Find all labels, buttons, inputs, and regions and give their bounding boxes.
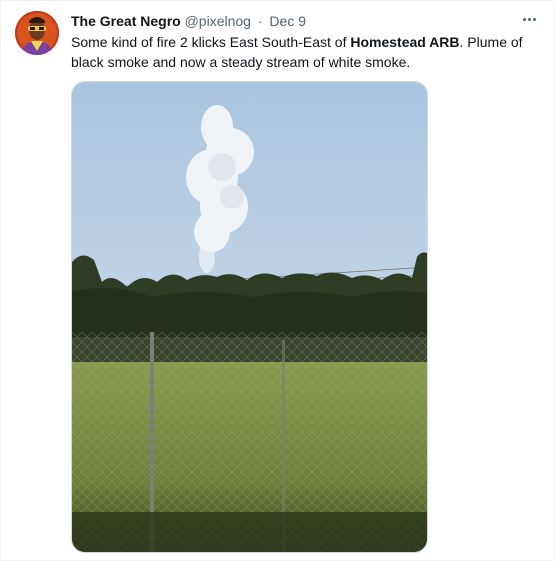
author-display-name[interactable]: The Great Negro [71, 13, 181, 29]
more-horizontal-icon[interactable] [518, 9, 540, 29]
avatar[interactable] [15, 11, 59, 55]
tweet-photo[interactable] [71, 81, 428, 553]
separator-dot: · [257, 13, 263, 29]
tweet-text: Some kind of fire 2 klicks East South-Ea… [71, 32, 531, 72]
tweet-header: The Great Negro @pixelnog · Dec 9 [71, 11, 514, 31]
author-handle[interactable]: @pixelnog [185, 13, 251, 29]
tweet-card[interactable]: The Great Negro @pixelnog · Dec 9 Some k… [0, 0, 555, 561]
tweet-date[interactable]: Dec 9 [269, 13, 306, 29]
tweet-text-part1: Some kind of fire 2 klicks East South-Ea… [71, 34, 351, 50]
tweet-text-bold[interactable]: Homestead ARB [350, 34, 459, 50]
